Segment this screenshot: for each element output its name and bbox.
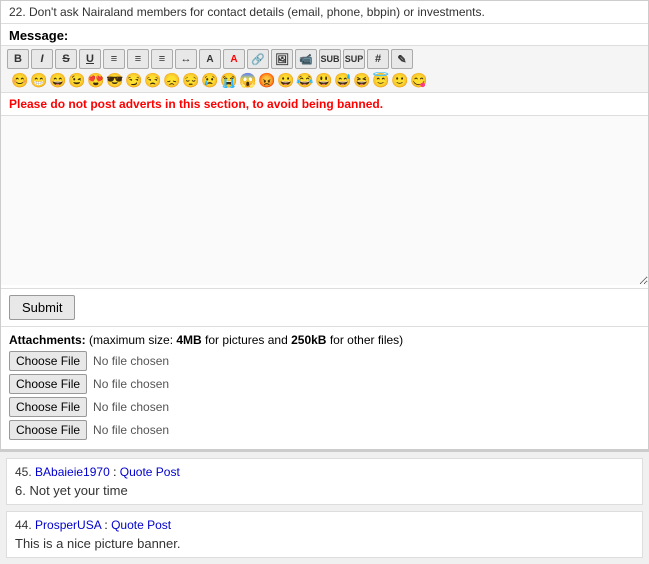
message-label: Message: [1, 24, 648, 45]
no-file-text-2: No file chosen [93, 377, 169, 391]
post-content-45: 6. Not yet your time [15, 483, 634, 498]
emoji-5[interactable]: 😍 [87, 71, 105, 89]
post-separator-44: : [104, 518, 111, 532]
attachments-header: Attachments: (maximum size: 4MB for pict… [9, 333, 640, 347]
no-file-text-1: No file chosen [93, 354, 169, 368]
reply-form: 22. Don't ask Nairaland members for cont… [0, 0, 649, 450]
image-button[interactable]: 🖼 [271, 49, 293, 69]
attachment-row-4: Choose File No file chosen [9, 420, 640, 440]
rules-warning: 22. Don't ask Nairaland members for cont… [1, 1, 648, 24]
emoji-14[interactable]: 😡 [258, 71, 276, 89]
attachment-row-1: Choose File No file chosen [9, 351, 640, 371]
post-number-44: 44. [15, 518, 35, 532]
posts-container: 45. BAbaieie1970 : Quote Post 6. Not yet… [0, 450, 649, 558]
emoji-7[interactable]: 😏 [125, 71, 143, 89]
post-header-44: 44. ProsperUSA : Quote Post [15, 518, 634, 532]
link-button[interactable]: 🔗 [247, 49, 269, 69]
post-author-link-44[interactable]: ProsperUSA [35, 518, 101, 532]
quote-post-link-45[interactable]: Quote Post [120, 465, 180, 479]
post-number-45: 45. [15, 465, 35, 479]
emoji-18[interactable]: 😅 [334, 71, 352, 89]
emoji-11[interactable]: 😢 [201, 71, 219, 89]
video-button[interactable]: 📹 [295, 49, 317, 69]
emoji-6[interactable]: 😎 [106, 71, 124, 89]
post-author-link-45[interactable]: BAbaieie1970 [35, 465, 110, 479]
no-file-text-4: No file chosen [93, 423, 169, 437]
italic-button[interactable]: I [31, 49, 53, 69]
font-size-button[interactable]: A [199, 49, 221, 69]
attachments-description: (maximum size: 4MB for pictures and 250k… [89, 333, 403, 347]
max-size-pics: 4MB [176, 333, 201, 347]
attachment-row-2: Choose File No file chosen [9, 374, 640, 394]
emoji-16[interactable]: 😂 [296, 71, 314, 89]
choose-file-button-4[interactable]: Choose File [9, 420, 87, 440]
right-align-button[interactable]: ≡ [151, 49, 173, 69]
left-align-button[interactable]: ≡ [103, 49, 125, 69]
emoji-15[interactable]: 😀 [277, 71, 295, 89]
font-color-button[interactable]: A [223, 49, 245, 69]
emoji-8[interactable]: 😒 [144, 71, 162, 89]
post-item-44: 44. ProsperUSA : Quote Post This is a ni… [6, 511, 643, 558]
emoji-22[interactable]: 😋 [410, 71, 428, 89]
quote-post-link-44[interactable]: Quote Post [111, 518, 171, 532]
attachments-section: Attachments: (maximum size: 4MB for pict… [1, 326, 648, 449]
formatting-toolbar: B I S U ≡ ≡ ≡ ↔ A A 🔗 🖼 📹 SUB SUP # ✎ 😊 … [1, 45, 648, 93]
underline-button[interactable]: U [79, 49, 101, 69]
rules-warning-text: 22. Don't ask Nairaland members for cont… [9, 5, 485, 19]
strikethrough-button[interactable]: S [55, 49, 77, 69]
justify-button[interactable]: ↔ [175, 49, 197, 69]
emoji-2[interactable]: 😁 [30, 71, 48, 89]
quote-button[interactable]: ✎ [391, 49, 413, 69]
subscript-button[interactable]: SUB [319, 49, 341, 69]
emoji-21[interactable]: 🙂 [391, 71, 409, 89]
emoji-17[interactable]: 😃 [315, 71, 333, 89]
emoji-10[interactable]: 😔 [182, 71, 200, 89]
attachments-label: Attachments: [9, 333, 86, 347]
emoji-12[interactable]: 😭 [220, 71, 238, 89]
post-header-45: 45. BAbaieie1970 : Quote Post [15, 465, 634, 479]
emoji-strip: 😊 😁 😄 😉 😍 😎 😏 😒 😞 😔 😢 😭 😱 😡 😀 😂 😃 😅 😆 😇 … [11, 71, 428, 89]
emoji-19[interactable]: 😆 [353, 71, 371, 89]
center-align-button[interactable]: ≡ [127, 49, 149, 69]
choose-file-button-3[interactable]: Choose File [9, 397, 87, 417]
emoji-3[interactable]: 😄 [49, 71, 67, 89]
choose-file-button-2[interactable]: Choose File [9, 374, 87, 394]
post-separator-45: : [113, 465, 120, 479]
advert-warning: Please do not post adverts in this secti… [1, 93, 648, 115]
submit-button[interactable]: Submit [9, 295, 75, 320]
attachment-row-3: Choose File No file chosen [9, 397, 640, 417]
message-input[interactable] [1, 115, 648, 285]
list-button[interactable]: # [367, 49, 389, 69]
no-file-text-3: No file chosen [93, 400, 169, 414]
choose-file-button-1[interactable]: Choose File [9, 351, 87, 371]
submit-area: Submit [1, 288, 648, 326]
emoji-13[interactable]: 😱 [239, 71, 257, 89]
superscript-button[interactable]: SUP [343, 49, 365, 69]
post-content-44: This is a nice picture banner. [15, 536, 634, 551]
post-item-45: 45. BAbaieie1970 : Quote Post 6. Not yet… [6, 458, 643, 505]
emoji-4[interactable]: 😉 [68, 71, 86, 89]
emoji-9[interactable]: 😞 [163, 71, 181, 89]
bold-button[interactable]: B [7, 49, 29, 69]
max-size-other: 250kB [291, 333, 326, 347]
emoji-20[interactable]: 😇 [372, 71, 390, 89]
emoji-1[interactable]: 😊 [11, 71, 29, 89]
